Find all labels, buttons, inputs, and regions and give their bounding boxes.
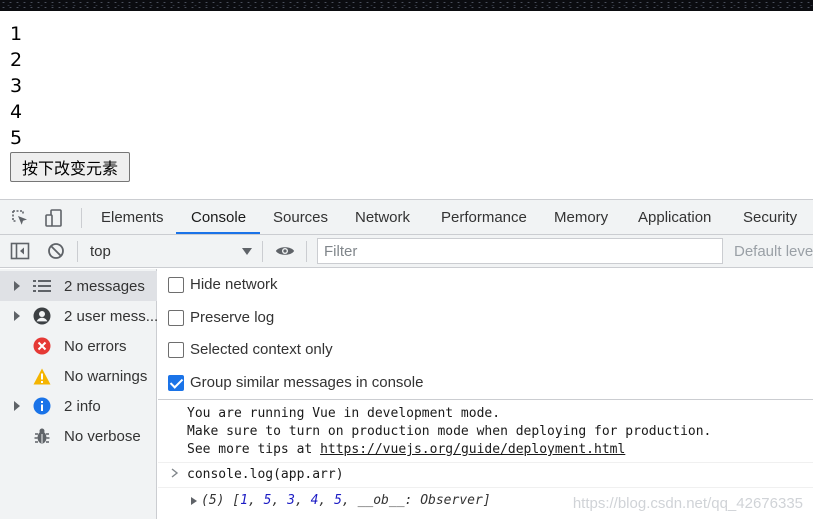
array-value: 3 — [287, 493, 295, 508]
device-toolbar-icon[interactable] — [44, 208, 64, 228]
tab-network[interactable]: Network — [355, 200, 410, 235]
group-similar-checkbox[interactable] — [168, 375, 184, 391]
number-item: 2 — [10, 49, 23, 71]
devtools-tabbar: Elements Console Sources Network Perform… — [0, 200, 813, 235]
bug-icon — [33, 427, 51, 445]
chevron-down-icon — [242, 248, 252, 255]
message-divider — [158, 487, 813, 488]
console-result[interactable]: (5) [1, 5, 3, 4, 5, __ob__: Observer] — [201, 492, 491, 510]
context-selector-label: top — [90, 243, 111, 260]
sidebar-item-info[interactable]: 2 info — [0, 391, 157, 421]
array-length: (5) — [201, 493, 225, 508]
active-tab-indicator — [176, 232, 260, 234]
array-value: 5 — [263, 493, 272, 508]
user-icon — [33, 307, 51, 325]
inspect-element-icon[interactable] — [10, 208, 30, 228]
number-item: 5 — [10, 127, 23, 149]
console-toolbar: top Default leve — [0, 235, 813, 268]
sidebar-item-verbose[interactable]: No verbose — [0, 421, 157, 451]
console-message-vue: You are running Vue in development mode.… — [187, 405, 711, 459]
array-value: 4 — [310, 493, 319, 508]
number-item: 3 — [10, 75, 23, 97]
message-text: Make sure to turn on production mode whe… — [187, 424, 712, 439]
context-selector[interactable]: top — [82, 241, 254, 262]
array-value: 1 — [240, 493, 248, 508]
page-content: 1 2 3 4 5 — [10, 21, 22, 151]
default-levels-dropdown[interactable]: Default leve — [734, 241, 813, 262]
tab-sources[interactable]: Sources — [273, 200, 328, 235]
devtools-panel: Elements Console Sources Network Perform… — [0, 199, 813, 519]
sidebar-item-label: 2 messages — [64, 278, 145, 295]
sidebar-item-user-messages[interactable]: 2 user mess... — [0, 301, 159, 331]
observer-key: __ob__ — [357, 493, 405, 508]
expand-arrow-icon[interactable] — [191, 497, 197, 505]
list-icon — [33, 277, 51, 295]
tab-performance[interactable]: Performance — [441, 200, 527, 235]
toolbar-divider — [262, 241, 263, 262]
observer-value: Observer — [420, 493, 483, 508]
info-icon — [33, 397, 51, 415]
sidebar-item-label: No verbose — [64, 428, 141, 445]
sidebar-item-label: No warnings — [64, 368, 148, 385]
message-text: See more tips at — [187, 442, 321, 457]
sidebar-item-errors[interactable]: No errors — [0, 331, 157, 361]
starfield-decoration — [0, 0, 813, 11]
tab-memory[interactable]: Memory — [554, 200, 608, 235]
expand-arrow-icon[interactable] — [14, 311, 20, 321]
tab-application[interactable]: Application — [638, 200, 711, 235]
filter-input[interactable] — [317, 238, 723, 264]
sidebar-item-label: 2 info — [64, 398, 101, 415]
chevron-right-icon — [170, 467, 180, 478]
hide-network-checkbox[interactable] — [168, 277, 184, 293]
browser-top-strip — [0, 0, 813, 11]
setting-label: Selected context only — [190, 341, 333, 358]
watermark: https://blog.csdn.net/qq_42676335 — [572, 495, 803, 512]
console-command: console.log(app.arr) — [187, 467, 344, 482]
expand-arrow-icon[interactable] — [14, 281, 20, 291]
vue-deployment-link[interactable]: https://vuejs.org/guide/deployment.html — [320, 442, 625, 457]
message-text: You are running Vue in development mode. — [187, 406, 501, 421]
error-icon — [33, 337, 51, 355]
change-elements-button[interactable]: 按下改变元素 — [10, 152, 130, 182]
clear-console-icon[interactable] — [46, 241, 66, 261]
expand-arrow-icon[interactable] — [14, 401, 20, 411]
eye-icon[interactable] — [275, 241, 295, 261]
sidebar-item-messages[interactable]: 2 messages — [0, 271, 157, 301]
toolbar-divider — [77, 241, 78, 262]
setting-label: Preserve log — [190, 309, 275, 326]
setting-label: Group similar messages in console — [190, 374, 424, 391]
preserve-log-checkbox[interactable] — [168, 310, 184, 326]
tab-security[interactable]: Security — [743, 200, 797, 235]
toolbar-divider — [306, 241, 307, 262]
tab-elements[interactable]: Elements — [101, 200, 164, 235]
tab-console[interactable]: Console — [191, 200, 246, 235]
console-messages: You are running Vue in development mode.… — [158, 401, 813, 519]
number-item: 1 — [10, 23, 23, 45]
warning-icon — [33, 367, 51, 385]
show-sidebar-icon[interactable] — [10, 241, 30, 261]
selected-context-checkbox[interactable] — [168, 342, 184, 358]
console-settings: Hide network Preserve log Selected conte… — [158, 269, 813, 400]
array-value: 5 — [334, 493, 342, 508]
tabbar-divider — [81, 208, 82, 228]
sidebar-item-label: 2 user mess... — [64, 308, 159, 325]
number-item: 4 — [10, 101, 23, 123]
setting-label: Hide network — [190, 276, 278, 293]
sidebar-item-warnings[interactable]: No warnings — [0, 361, 157, 391]
console-sidebar: 2 messages 2 user mess... No errors No w… — [0, 269, 159, 519]
message-divider — [158, 462, 813, 463]
sidebar-item-label: No errors — [64, 338, 127, 355]
